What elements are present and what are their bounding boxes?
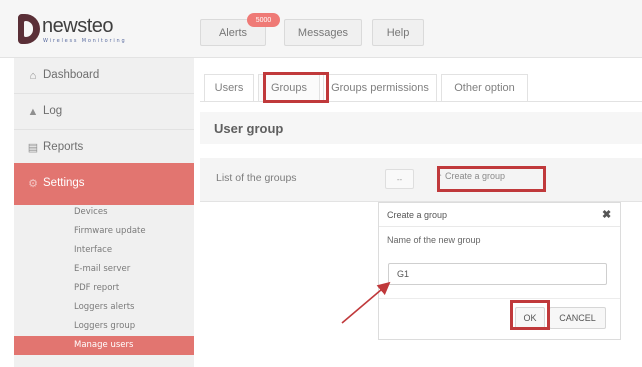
newsteo-logo[interactable]: newsteo Wireless Monitoring — [18, 14, 168, 48]
chart-icon: ▲ — [27, 106, 39, 118]
alerts-badge: 5000 — [247, 13, 280, 27]
reports-icon: ▤ — [27, 142, 39, 154]
dialog-divider — [379, 226, 620, 227]
cancel-button[interactable]: CANCEL — [549, 307, 606, 329]
page-title: User group — [214, 121, 284, 136]
tab-users[interactable]: Users — [204, 74, 254, 102]
dialog-title: Create a group — [387, 210, 448, 220]
submenu-item-devices[interactable]: Devices — [14, 203, 194, 222]
submenu-item-pdf-report[interactable]: PDF report — [14, 279, 194, 298]
create-group-highlight — [437, 166, 546, 192]
submenu-item-interface[interactable]: Interface — [14, 241, 194, 260]
sidebar-item-log[interactable]: ▲ Log — [14, 94, 194, 130]
dialog-footer-divider — [379, 298, 620, 299]
group-name-label: Name of the new group — [387, 235, 481, 245]
wrench-icon: ⚙ — [28, 178, 38, 190]
sidebar-item-reports[interactable]: ▤ Reports — [14, 130, 194, 166]
tab-groups-permissions[interactable]: Groups permissions — [323, 74, 437, 102]
submenu-item-loggers-group[interactable]: Loggers group — [14, 317, 194, 336]
submenu-item-manage-users[interactable]: Manage users — [14, 336, 194, 355]
sidebar-item-label: Settings — [43, 177, 85, 189]
home-icon: ⌂ — [29, 70, 37, 82]
submenu-item-loggers-alerts[interactable]: Loggers alerts — [14, 298, 194, 317]
logo-mark-icon — [18, 14, 40, 44]
sidebar-item-label: Reports — [43, 141, 84, 153]
sidebar-item-label: Log — [43, 105, 63, 117]
top-bar: newsteo Wireless Monitoring Alerts 5000 … — [0, 0, 642, 58]
groups-list-label: List of the groups — [216, 172, 297, 184]
sidebar: ⌂ Dashboard ▲ Log ▤ Reports ⚙ Settings D… — [14, 58, 194, 367]
submenu-item-firmware-update[interactable]: Firmware update — [14, 222, 194, 241]
tab-other-option[interactable]: Other option — [441, 74, 528, 102]
logo-text: newsteo — [42, 15, 114, 37]
help-button[interactable]: Help — [372, 19, 424, 46]
groups-dropdown[interactable]: -- — [385, 169, 414, 189]
close-icon[interactable]: ✖ — [602, 208, 611, 221]
ok-button-highlight — [510, 300, 550, 330]
logo-tagline: Wireless Monitoring — [43, 38, 127, 44]
sidebar-item-label: Dashboard — [43, 69, 100, 81]
submenu-item-email-server[interactable]: E-mail server — [14, 260, 194, 279]
messages-button[interactable]: Messages — [284, 19, 362, 46]
sidebar-item-dashboard[interactable]: ⌂ Dashboard — [14, 58, 194, 94]
sidebar-item-settings[interactable]: ⚙ Settings — [14, 163, 194, 205]
groups-tab-highlight — [263, 72, 329, 103]
group-name-input[interactable] — [388, 263, 607, 285]
